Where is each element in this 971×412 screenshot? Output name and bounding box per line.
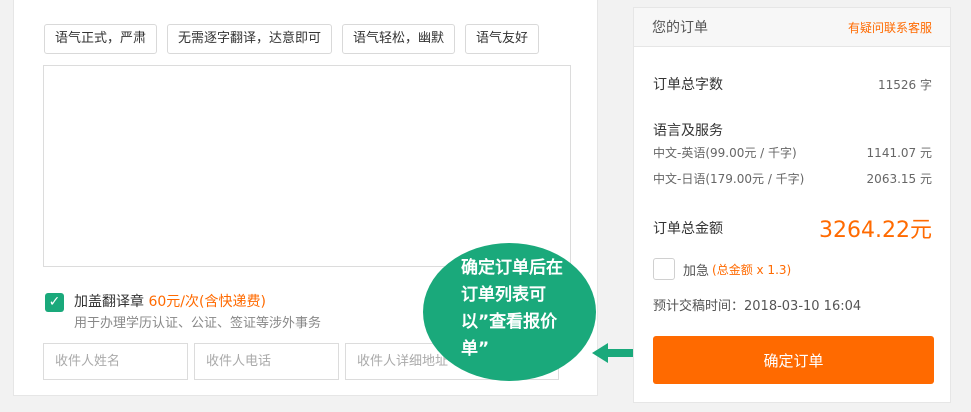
urgent-label: 加急 xyxy=(683,263,710,279)
service-row: 中文-日语(179.00元 / 千字) 2063.15 元 xyxy=(653,170,932,187)
total-value: 3264.22元 xyxy=(819,218,932,243)
seal-title-line: 加盖翻译章 60元/次(含快递费) xyxy=(74,292,321,312)
urgent-checkbox[interactable] xyxy=(653,258,675,280)
total-label: 订单总金额 xyxy=(653,221,723,237)
seal-checkbox[interactable]: ✓ xyxy=(45,293,64,312)
services-label: 语言及服务 xyxy=(653,123,723,139)
callout-line-1: 确定订单后在 xyxy=(461,258,563,278)
callout-line-2: 订单列表可 xyxy=(461,285,546,305)
contact-service-link[interactable]: 有疑问联系客服 xyxy=(848,19,932,36)
word-count-value: 11526 字 xyxy=(878,77,932,92)
remark-textarea[interactable] xyxy=(43,65,571,267)
word-count-label: 订单总字数 xyxy=(653,77,723,93)
service-name: 中文-日语(179.00元 / 千字) xyxy=(653,172,805,186)
tone-tag-friendly[interactable]: 语气友好 xyxy=(465,24,540,54)
order-header: 您的订单 有疑问联系客服 xyxy=(634,8,950,47)
word-count-row: 订单总字数 11526 字 xyxy=(653,74,932,94)
recipient-phone-input[interactable] xyxy=(194,343,339,380)
seal-text: 加盖翻译章 60元/次(含快递费) 用于办理学历认证、公证、签证等涉外事务 xyxy=(74,292,321,334)
recipient-name-input[interactable] xyxy=(43,343,188,380)
callout-bubble: 确定订单后在 订单列表可 以”查看报价 单” xyxy=(423,243,596,381)
check-icon: ✓ xyxy=(48,294,61,310)
tone-tag-humorous[interactable]: 语气轻松，幽默 xyxy=(342,24,456,54)
total-row: 订单总金额 3264.22元 xyxy=(653,212,932,244)
tone-tags: 语气正式，严肃 无需逐字翻译，达意即可 语气轻松，幽默 语气友好 xyxy=(44,24,540,54)
urgent-note: (总金额 x 1.3) xyxy=(712,262,792,277)
seal-description: 用于办理学历认证、公证、签证等涉外事务 xyxy=(74,316,322,331)
service-price: 1141.07 元 xyxy=(866,146,932,160)
seal-price: 60元/次(含快递费) xyxy=(148,294,266,310)
tone-tag-loose[interactable]: 无需逐字翻译，达意即可 xyxy=(167,24,333,54)
seal-option: ✓ 加盖翻译章 60元/次(含快递费) 用于办理学历认证、公证、签证等涉外事务 xyxy=(45,292,321,334)
order-summary-panel: 您的订单 有疑问联系客服 订单总字数 11526 字 语言及服务 中文-英语(9… xyxy=(633,7,951,403)
order-title: 您的订单 xyxy=(652,20,708,36)
service-name: 中文-英语(99.00元 / 千字) xyxy=(653,146,797,160)
services-header-row: 语言及服务 xyxy=(653,120,932,140)
urgent-option: 加急 (总金额 x 1.3) xyxy=(653,258,791,280)
service-row: 中文-英语(99.00元 / 千字) 1141.07 元 xyxy=(653,144,932,161)
service-price: 2063.15 元 xyxy=(866,172,932,186)
seal-label: 加盖翻译章 xyxy=(74,294,144,310)
callout-line-4: 单” xyxy=(461,339,490,359)
tone-tag-formal[interactable]: 语气正式，严肃 xyxy=(44,24,158,54)
callout-line-3: 以”查看报价 xyxy=(461,312,558,332)
confirm-order-button[interactable]: 确定订单 xyxy=(653,336,934,384)
estimated-delivery-time: 预计交稿时间：2018-03-10 16:04 xyxy=(653,299,862,314)
